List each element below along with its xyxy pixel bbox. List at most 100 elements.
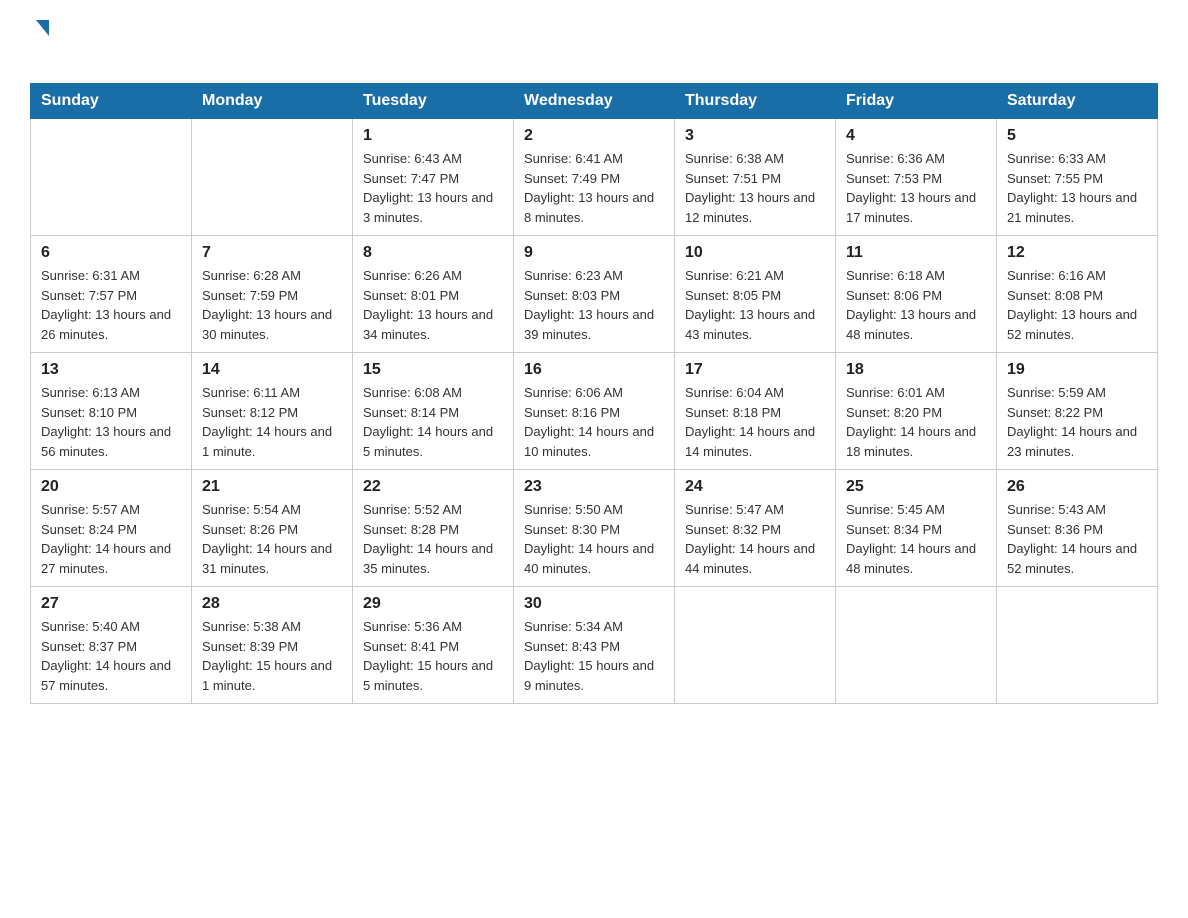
calendar-cell: 10 Sunrise: 6:21 AMSunset: 8:05 PMDayligh… xyxy=(675,236,836,353)
calendar-cell: 13 Sunrise: 6:13 AMSunset: 8:10 PMDayligh… xyxy=(31,353,192,470)
weekday-header-friday: Friday xyxy=(836,84,997,119)
day-info: Sunrise: 5:40 AMSunset: 8:37 PMDaylight:… xyxy=(41,617,181,695)
calendar-cell: 19 Sunrise: 5:59 AMSunset: 8:22 PMDayligh… xyxy=(997,353,1158,470)
day-number: 26 xyxy=(1007,478,1147,496)
page-header xyxy=(30,20,1158,67)
calendar-cell: 4 Sunrise: 6:36 AMSunset: 7:53 PMDaylight… xyxy=(836,119,997,236)
calendar-cell: 2 Sunrise: 6:41 AMSunset: 7:49 PMDaylight… xyxy=(514,119,675,236)
calendar-cell: 1 Sunrise: 6:43 AMSunset: 7:47 PMDaylight… xyxy=(353,119,514,236)
weekday-header-thursday: Thursday xyxy=(675,84,836,119)
day-info: Sunrise: 6:16 AMSunset: 8:08 PMDaylight:… xyxy=(1007,266,1147,344)
weekday-header-saturday: Saturday xyxy=(997,84,1158,119)
weekday-header-tuesday: Tuesday xyxy=(353,84,514,119)
calendar-cell xyxy=(31,119,192,236)
day-number: 28 xyxy=(202,595,342,613)
calendar-cell: 17 Sunrise: 6:04 AMSunset: 8:18 PMDayligh… xyxy=(675,353,836,470)
day-info: Sunrise: 6:23 AMSunset: 8:03 PMDaylight:… xyxy=(524,266,664,344)
day-number: 27 xyxy=(41,595,181,613)
calendar-cell: 20 Sunrise: 5:57 AMSunset: 8:24 PMDayligh… xyxy=(31,470,192,587)
weekday-header-wednesday: Wednesday xyxy=(514,84,675,119)
calendar-cell xyxy=(836,587,997,704)
day-number: 29 xyxy=(363,595,503,613)
calendar-cell: 8Sunrise: 6:26 AMSunset: 8:01 PMDaylight… xyxy=(353,236,514,353)
day-number: 22 xyxy=(363,478,503,496)
calendar-cell xyxy=(997,587,1158,704)
day-number: 11 xyxy=(846,244,986,262)
day-number: 24 xyxy=(685,478,825,496)
day-info: Sunrise: 6:28 AMSunset: 7:59 PMDaylight:… xyxy=(202,266,342,344)
calendar-cell: 3 Sunrise: 6:38 AMSunset: 7:51 PMDaylight… xyxy=(675,119,836,236)
day-number: 8 xyxy=(363,244,503,262)
day-number: 14 xyxy=(202,361,342,379)
day-info: Sunrise: 6:41 AMSunset: 7:49 PMDaylight:… xyxy=(524,149,664,227)
calendar-cell xyxy=(192,119,353,236)
day-info: Sunrise: 6:36 AMSunset: 7:53 PMDaylight:… xyxy=(846,149,986,227)
day-info: Sunrise: 6:38 AMSunset: 7:51 PMDaylight:… xyxy=(685,149,825,227)
day-info: Sunrise: 6:06 AMSunset: 8:16 PMDaylight:… xyxy=(524,383,664,461)
day-number: 3 xyxy=(685,127,825,145)
day-info: Sunrise: 6:13 AMSunset: 8:10 PMDaylight:… xyxy=(41,383,181,461)
calendar-cell: 26Sunrise: 5:43 AMSunset: 8:36 PMDayligh… xyxy=(997,470,1158,587)
day-info: Sunrise: 5:47 AMSunset: 8:32 PMDaylight:… xyxy=(685,500,825,578)
calendar-header-row: SundayMondayTuesdayWednesdayThursdayFrid… xyxy=(31,84,1158,119)
day-number: 7 xyxy=(202,244,342,262)
day-info: Sunrise: 5:59 AMSunset: 8:22 PMDaylight:… xyxy=(1007,383,1147,461)
day-info: Sunrise: 6:18 AMSunset: 8:06 PMDaylight:… xyxy=(846,266,986,344)
weekday-header-monday: Monday xyxy=(192,84,353,119)
calendar-cell: 16 Sunrise: 6:06 AMSunset: 8:16 PMDayligh… xyxy=(514,353,675,470)
weekday-header-sunday: Sunday xyxy=(31,84,192,119)
day-number: 19 xyxy=(1007,361,1147,379)
day-number: 4 xyxy=(846,127,986,145)
day-number: 6 xyxy=(41,244,181,262)
day-info: Sunrise: 5:45 AMSunset: 8:34 PMDaylight:… xyxy=(846,500,986,578)
day-number: 20 xyxy=(41,478,181,496)
day-number: 30 xyxy=(524,595,664,613)
day-info: Sunrise: 5:52 AMSunset: 8:28 PMDaylight:… xyxy=(363,500,503,578)
day-number: 1 xyxy=(363,127,503,145)
calendar-cell: 22 Sunrise: 5:52 AMSunset: 8:28 PMDayligh… xyxy=(353,470,514,587)
day-info: Sunrise: 5:38 AMSunset: 8:39 PMDaylight:… xyxy=(202,617,342,695)
calendar-cell: 7 Sunrise: 6:28 AMSunset: 7:59 PMDaylight… xyxy=(192,236,353,353)
day-number: 10 xyxy=(685,244,825,262)
day-info: Sunrise: 6:04 AMSunset: 8:18 PMDaylight:… xyxy=(685,383,825,461)
calendar-week-1: 1 Sunrise: 6:43 AMSunset: 7:47 PMDaylight… xyxy=(31,119,1158,236)
day-info: Sunrise: 6:21 AMSunset: 8:05 PMDaylight:… xyxy=(685,266,825,344)
day-number: 25 xyxy=(846,478,986,496)
day-info: Sunrise: 6:01 AMSunset: 8:20 PMDaylight:… xyxy=(846,383,986,461)
calendar-cell: 21Sunrise: 5:54 AMSunset: 8:26 PMDayligh… xyxy=(192,470,353,587)
day-info: Sunrise: 6:43 AMSunset: 7:47 PMDaylight:… xyxy=(363,149,503,227)
calendar-cell: 15Sunrise: 6:08 AMSunset: 8:14 PMDayligh… xyxy=(353,353,514,470)
day-number: 13 xyxy=(41,361,181,379)
day-info: Sunrise: 6:33 AMSunset: 7:55 PMDaylight:… xyxy=(1007,149,1147,227)
day-number: 15 xyxy=(363,361,503,379)
day-info: Sunrise: 6:11 AMSunset: 8:12 PMDaylight:… xyxy=(202,383,342,461)
day-number: 18 xyxy=(846,361,986,379)
calendar-week-3: 13 Sunrise: 6:13 AMSunset: 8:10 PMDayligh… xyxy=(31,353,1158,470)
calendar-cell: 9 Sunrise: 6:23 AMSunset: 8:03 PMDaylight… xyxy=(514,236,675,353)
day-info: Sunrise: 6:31 AMSunset: 7:57 PMDaylight:… xyxy=(41,266,181,344)
day-info: Sunrise: 5:57 AMSunset: 8:24 PMDaylight:… xyxy=(41,500,181,578)
day-info: Sunrise: 5:34 AMSunset: 8:43 PMDaylight:… xyxy=(524,617,664,695)
day-number: 2 xyxy=(524,127,664,145)
day-number: 23 xyxy=(524,478,664,496)
day-number: 9 xyxy=(524,244,664,262)
calendar-cell: 25 Sunrise: 5:45 AMSunset: 8:34 PMDayligh… xyxy=(836,470,997,587)
calendar-cell: 24 Sunrise: 5:47 AMSunset: 8:32 PMDayligh… xyxy=(675,470,836,587)
calendar-cell: 29 Sunrise: 5:36 AMSunset: 8:41 PMDayligh… xyxy=(353,587,514,704)
day-info: Sunrise: 5:36 AMSunset: 8:41 PMDaylight:… xyxy=(363,617,503,695)
calendar-cell: 6 Sunrise: 6:31 AMSunset: 7:57 PMDaylight… xyxy=(31,236,192,353)
day-number: 12 xyxy=(1007,244,1147,262)
calendar-cell: 14 Sunrise: 6:11 AMSunset: 8:12 PMDayligh… xyxy=(192,353,353,470)
calendar-cell: 28 Sunrise: 5:38 AMSunset: 8:39 PMDayligh… xyxy=(192,587,353,704)
calendar-cell: 27 Sunrise: 5:40 AMSunset: 8:37 PMDayligh… xyxy=(31,587,192,704)
calendar-cell: 30 Sunrise: 5:34 AMSunset: 8:43 PMDayligh… xyxy=(514,587,675,704)
calendar-cell: 5 Sunrise: 6:33 AMSunset: 7:55 PMDaylight… xyxy=(997,119,1158,236)
calendar-week-4: 20 Sunrise: 5:57 AMSunset: 8:24 PMDayligh… xyxy=(31,470,1158,587)
day-number: 5 xyxy=(1007,127,1147,145)
calendar-cell: 11 Sunrise: 6:18 AMSunset: 8:06 PMDayligh… xyxy=(836,236,997,353)
calendar-cell: 23Sunrise: 5:50 AMSunset: 8:30 PMDayligh… xyxy=(514,470,675,587)
calendar-table: SundayMondayTuesdayWednesdayThursdayFrid… xyxy=(30,83,1158,704)
day-number: 16 xyxy=(524,361,664,379)
calendar-week-5: 27 Sunrise: 5:40 AMSunset: 8:37 PMDayligh… xyxy=(31,587,1158,704)
day-number: 17 xyxy=(685,361,825,379)
